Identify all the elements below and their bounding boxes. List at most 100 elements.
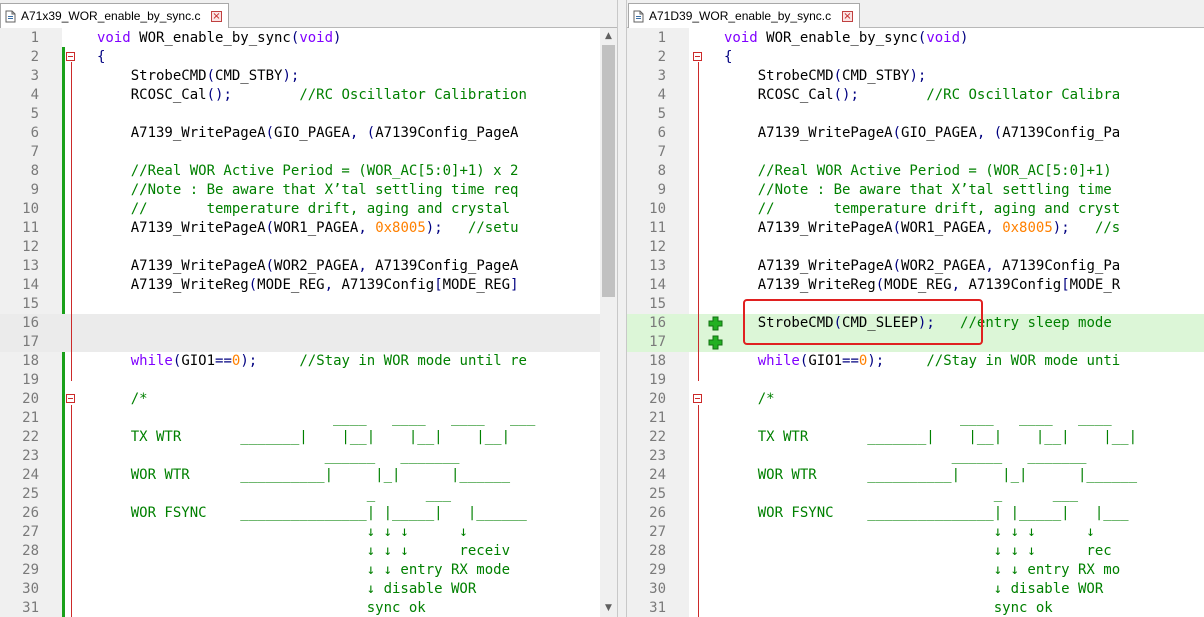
- line-number: 9: [30, 182, 39, 198]
- code-line[interactable]: 21 ____ ____ ____: [627, 409, 1204, 428]
- line-number: 20: [22, 391, 39, 407]
- code-line[interactable]: 12: [627, 238, 1204, 257]
- close-tab-icon[interactable]: ×: [842, 10, 853, 22]
- line-number: 31: [22, 600, 39, 616]
- code-line[interactable]: 30 ↓ disable WOR: [0, 580, 617, 599]
- code-line[interactable]: 30 ↓ disable WOR: [627, 580, 1204, 599]
- code-line[interactable]: 11 A7139_WritePageA(WOR1_PAGEA, 0x8005);…: [627, 219, 1204, 238]
- code-text: ↓ ↓ ↓ receiv: [97, 543, 511, 559]
- code-line[interactable]: 7: [0, 143, 617, 162]
- code-line[interactable]: 2{: [627, 48, 1204, 67]
- code-line[interactable]: 25 _ ___: [0, 485, 617, 504]
- code-text: sync ok: [97, 600, 426, 616]
- code-line[interactable]: 1 void WOR_enable_by_sync(void): [627, 29, 1204, 48]
- code-line[interactable]: 2{: [0, 48, 617, 67]
- code-line[interactable]: 21 ____ ____ ____ ___: [0, 409, 617, 428]
- code-line[interactable]: 5: [0, 105, 617, 124]
- code-line[interactable]: 31 sync ok: [0, 599, 617, 617]
- code-line[interactable]: 4 RCOSC_Cal(); //RC Oscillator Calibrati…: [0, 86, 617, 105]
- code-line[interactable]: 14 A7139_WriteReg(MODE_REG, A7139Config[…: [0, 276, 617, 295]
- code-line[interactable]: 3 StrobeCMD(CMD_STBY);: [627, 67, 1204, 86]
- code-line[interactable]: 12: [0, 238, 617, 257]
- code-line[interactable]: 13 A7139_WritePageA(WOR2_PAGEA, A7139Con…: [627, 257, 1204, 276]
- line-number: 14: [22, 277, 39, 293]
- code-line[interactable]: 24 WOR WTR __________| |_| |______: [627, 466, 1204, 485]
- code-line[interactable]: 27 ↓ ↓ ↓ ↓: [627, 523, 1204, 542]
- scroll-thumb[interactable]: [602, 45, 615, 297]
- right-file-tab[interactable]: A71D39_WOR_enable_by_sync.c ×: [628, 3, 860, 28]
- code-line[interactable]: 7: [627, 143, 1204, 162]
- code-line[interactable]: 23 ______ _______: [0, 447, 617, 466]
- line-number: 11: [649, 220, 666, 236]
- code-text: WOR WTR __________| |_| |______: [724, 467, 1138, 483]
- code-text: A7139_WriteReg(MODE_REG, A7139Config[MOD…: [724, 277, 1121, 293]
- code-line[interactable]: 26 WOR FSYNC _______________| |_____| |_…: [627, 504, 1204, 523]
- code-text: ↓ ↓ ↓ ↓: [97, 524, 468, 540]
- code-line[interactable]: 4 RCOSC_Cal(); //RC Oscillator Calibra: [627, 86, 1204, 105]
- line-number: 6: [657, 125, 666, 141]
- code-text: ______ _______: [724, 448, 1087, 464]
- code-line[interactable]: 26 WOR FSYNC _______________| |_____| |_…: [0, 504, 617, 523]
- code-line[interactable]: 5: [627, 105, 1204, 124]
- right-editor-pane: A71D39_WOR_enable_by_sync.c × 1 void WOR_…: [627, 0, 1204, 617]
- code-line[interactable]: 18 while(GIO1==0); //Stay in WOR mode un…: [627, 352, 1204, 371]
- code-line[interactable]: 9 //Note : Be aware that X’tal settling …: [627, 181, 1204, 200]
- left-code-area[interactable]: 1 void WOR_enable_by_sync(void) 2{3 Strobe…: [0, 28, 617, 617]
- left-file-tab[interactable]: A71x39_WOR_enable_by_sync.c ×: [0, 3, 229, 28]
- code-text: while(GIO1==0); //Stay in WOR mode until…: [130, 353, 527, 369]
- code-line[interactable]: 20 /*: [627, 390, 1204, 409]
- code-line[interactable]: 27 ↓ ↓ ↓ ↓: [0, 523, 617, 542]
- pane-splitter[interactable]: [617, 0, 627, 617]
- line-number: 17: [649, 334, 666, 350]
- code-line[interactable]: 22 TX WTR _______| |__| |__| |__|: [627, 428, 1204, 447]
- scroll-up-icon[interactable]: ▲: [600, 28, 617, 45]
- line-number: 1: [657, 30, 666, 46]
- code-line[interactable]: 18 while(GIO1==0); //Stay in WOR mode un…: [0, 352, 617, 371]
- line-number: 7: [30, 144, 39, 160]
- code-line[interactable]: 22 TX WTR _______| |__| |__| |__|: [0, 428, 617, 447]
- code-line[interactable]: 6 A7139_WritePageA(GIO_PAGEA, (A7139Conf…: [0, 124, 617, 143]
- close-tab-icon[interactable]: ×: [211, 10, 222, 22]
- code-line[interactable]: 9 //Note : Be aware that X’tal settling …: [0, 181, 617, 200]
- fold-minus-icon[interactable]: [66, 52, 75, 61]
- code-text: ____ ____ ____: [724, 410, 1112, 426]
- code-line[interactable]: 16: [0, 314, 617, 333]
- code-text: /*: [724, 391, 775, 407]
- code-text: /*: [97, 391, 148, 407]
- code-line[interactable]: 8 //Real WOR Active Period = (WOR_AC[5:0…: [627, 162, 1204, 181]
- code-line[interactable]: 13 A7139_WritePageA(WOR2_PAGEA, A7139Con…: [0, 257, 617, 276]
- code-text: A7139_WritePageA(WOR2_PAGEA, A7139Config…: [97, 258, 519, 274]
- code-line[interactable]: 29 ↓ ↓ entry RX mo: [627, 561, 1204, 580]
- code-line[interactable]: 25 _ ___: [627, 485, 1204, 504]
- code-line[interactable]: 29 ↓ ↓ entry RX mode: [0, 561, 617, 580]
- code-line[interactable]: 17: [0, 333, 617, 352]
- code-line[interactable]: 11 A7139_WritePageA(WOR1_PAGEA, 0x8005);…: [0, 219, 617, 238]
- left-vertical-scrollbar[interactable]: ▲ ▼: [600, 28, 617, 617]
- code-line[interactable]: 14 A7139_WriteReg(MODE_REG, A7139Config[…: [627, 276, 1204, 295]
- fold-minus-icon[interactable]: [693, 394, 702, 403]
- fold-minus-icon[interactable]: [693, 52, 702, 61]
- code-line[interactable]: 19: [627, 371, 1204, 390]
- code-text: A7139_WritePageA(GIO_PAGEA, (A7139Config…: [97, 125, 519, 141]
- fold-minus-icon[interactable]: [66, 394, 75, 403]
- code-line[interactable]: 15: [0, 295, 617, 314]
- code-line[interactable]: 19: [0, 371, 617, 390]
- line-number: 3: [657, 68, 666, 84]
- code-line[interactable]: 31 sync ok: [627, 599, 1204, 617]
- code-line[interactable]: 10 // temperature drift, aging and cryst: [627, 200, 1204, 219]
- code-line[interactable]: 6 A7139_WritePageA(GIO_PAGEA, (A7139Conf…: [627, 124, 1204, 143]
- scroll-down-icon[interactable]: ▼: [600, 600, 617, 617]
- code-text: A7139_WriteReg(MODE_REG, A7139Config[MOD…: [97, 277, 519, 293]
- code-line[interactable]: 3 StrobeCMD(CMD_STBY);: [0, 67, 617, 86]
- code-line[interactable]: 20 /*: [0, 390, 617, 409]
- line-number: 16: [649, 315, 666, 331]
- line-number: 16: [22, 315, 39, 331]
- code-line[interactable]: 1 void WOR_enable_by_sync(void): [0, 29, 617, 48]
- code-line[interactable]: 10 // temperature drift, aging and cryst…: [0, 200, 617, 219]
- code-line[interactable]: 24 WOR WTR __________| |_| |______: [0, 466, 617, 485]
- code-line[interactable]: 8 //Real WOR Active Period = (WOR_AC[5:0…: [0, 162, 617, 181]
- code-line[interactable]: 23 ______ _______: [627, 447, 1204, 466]
- code-line[interactable]: 28 ↓ ↓ ↓ receiv: [0, 542, 617, 561]
- fold-line: [698, 405, 699, 617]
- code-line[interactable]: 28 ↓ ↓ ↓ rec: [627, 542, 1204, 561]
